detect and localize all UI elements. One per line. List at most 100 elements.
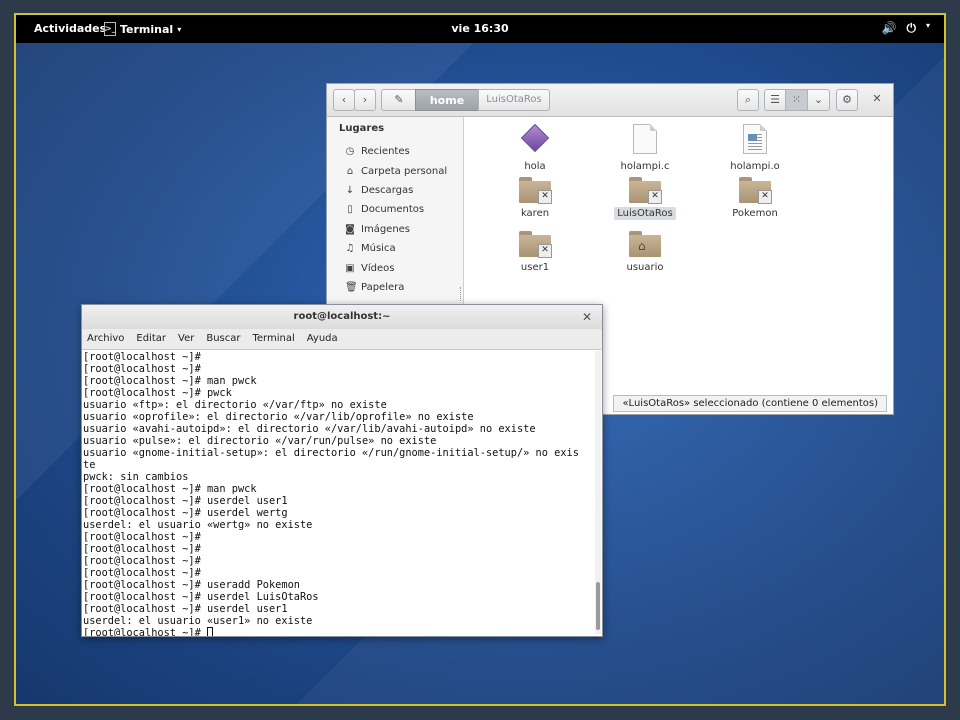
clock[interactable]: vie 16:30 <box>451 22 508 35</box>
terminal-line: [root@localhost ~]# pwck <box>83 387 232 399</box>
view-options-button[interactable]: ⌄ <box>807 89 830 111</box>
settings-button[interactable]: ⚙ <box>836 89 858 111</box>
selection-status: «LuisOtaRos» seleccionado (contiene 0 el… <box>613 395 887 412</box>
menu-buscar[interactable]: Buscar <box>206 329 240 349</box>
chevron-right-icon: › <box>362 93 368 106</box>
grid-view-button[interactable]: ⁙ <box>785 89 808 111</box>
sidebar-item-musica[interactable]: ♫ Música <box>327 239 463 258</box>
file-item-karen[interactable]: ✕ karen <box>495 177 575 220</box>
video-icon: ▣ <box>345 262 355 274</box>
terminal-line: usuario «oprofile»: el directorio «/var/… <box>83 411 474 423</box>
home-icon: ⌂ <box>346 165 354 177</box>
menu-ver[interactable]: Ver <box>178 329 194 349</box>
chevron-down-icon: ⌄ <box>813 93 824 106</box>
search-icon: ⌕ <box>744 93 752 106</box>
back-button[interactable]: ‹ <box>333 89 355 111</box>
terminal-titlebar[interactable]: root@localhost:~ ✕ <box>82 305 602 329</box>
terminal-scrollbar[interactable] <box>595 351 601 634</box>
sidebar-item-documentos[interactable]: ▯ Documentos <box>327 200 463 219</box>
chevron-down-icon: ▾ <box>925 21 930 30</box>
terminal-line: userdel: el usuario «user1» no existe <box>83 615 313 627</box>
list-icon: ☰ <box>770 93 780 106</box>
terminal-line: [root@localhost ~]# <box>83 555 201 567</box>
download-icon: ↓ <box>345 184 355 196</box>
system-menu[interactable]: 🔊 ⏻ ▾ <box>882 21 930 36</box>
file-label: holampi.o <box>730 161 780 172</box>
terminal-line: [root@localhost ~]# userdel user1 <box>83 603 288 615</box>
sidebar-item-videos[interactable]: ▣ Vídeos <box>327 258 463 277</box>
breadcrumb-home[interactable]: home <box>415 89 479 111</box>
sidebar-heading: Lugares <box>339 123 385 134</box>
scrollbar-thumb[interactable] <box>596 582 600 630</box>
activities-button[interactable]: Actividades <box>34 22 106 35</box>
terminal-prompt-line: [root@localhost ~]# <box>83 627 594 636</box>
gear-icon: ⚙ <box>842 93 852 106</box>
executable-icon <box>519 122 551 156</box>
text-file-icon <box>629 122 661 156</box>
sidebar-item-imagenes[interactable]: ◙ Imágenes <box>327 220 463 239</box>
search-button[interactable]: ⌕ <box>737 89 759 111</box>
sidebar-item-label: Recientes <box>361 146 410 158</box>
file-item-pokemon[interactable]: ✕ Pokemon <box>715 177 795 220</box>
terminal-prompt: [root@localhost ~]# <box>83 627 207 636</box>
camera-icon: ◙ <box>345 223 355 235</box>
file-label: hola <box>524 161 546 172</box>
terminal-line: userdel: el usuario «wertg» no existe <box>83 519 313 531</box>
sidebar-item-label: Papelera <box>361 281 405 293</box>
file-item-luisotaros[interactable]: ✕ LuisOtaRos <box>605 177 685 220</box>
locked-folder-icon: ✕ <box>739 177 772 204</box>
sidebar-item-papelera[interactable]: 🗑 Papelera <box>327 278 463 297</box>
object-file-icon <box>739 122 771 156</box>
terminal-title: root@localhost:~ <box>293 311 391 322</box>
terminal-line: usuario «avahi-autoipd»: el directorio «… <box>83 423 536 435</box>
terminal-line: [root@localhost ~]# <box>83 351 201 363</box>
breadcrumb-luisotaros[interactable]: LuisOtaRos <box>478 89 550 111</box>
close-icon[interactable]: ✕ <box>582 305 592 329</box>
sidebar-item-label: Música <box>361 243 396 255</box>
forward-button[interactable]: › <box>354 89 376 111</box>
pencil-icon: ✎ <box>394 93 404 106</box>
text-cursor <box>207 627 213 636</box>
file-label: Pokemon <box>732 208 778 219</box>
file-item-holampi-o[interactable]: holampi.o <box>715 122 795 173</box>
file-label: usuario <box>626 262 664 273</box>
sidebar-item-label: Descargas <box>361 184 414 196</box>
desktop: Actividades >_ Terminal ▾ vie 16:30 🔊 ⏻ … <box>14 13 946 706</box>
terminal-output[interactable]: [root@localhost ~]# [root@localhost ~]# [r… <box>82 350 594 636</box>
app-menu-label: Terminal <box>120 22 174 36</box>
menu-terminal[interactable]: Terminal <box>252 329 294 349</box>
sidebar-item-carpeta-personal[interactable]: ⌂ Carpeta personal <box>327 161 463 180</box>
terminal-line: [root@localhost ~]# userdel wertg <box>83 507 288 519</box>
menu-ayuda[interactable]: Ayuda <box>307 329 338 349</box>
terminal-line: usuario «gnome-initial-setup»: el direct… <box>83 447 579 459</box>
terminal-menubar: Archivo Editar Ver Buscar Terminal Ayuda <box>82 329 602 350</box>
music-icon: ♫ <box>345 243 355 255</box>
app-menu[interactable]: >_ Terminal ▾ <box>104 22 181 36</box>
trash-icon: 🗑 <box>345 281 358 293</box>
list-view-button[interactable]: ☰ <box>764 89 786 111</box>
close-button[interactable]: ✕ <box>867 89 887 111</box>
sidebar-item-descargas[interactable]: ↓ Descargas <box>327 181 463 200</box>
home-folder-icon: ⌂ <box>629 231 661 257</box>
menu-archivo[interactable]: Archivo <box>87 329 124 349</box>
terminal-line: [root@localhost ~]# useradd Pokemon <box>83 579 300 591</box>
file-item-user1[interactable]: ✕ user1 <box>495 231 575 274</box>
file-label: holampi.c <box>620 161 670 172</box>
terminal-line: [root@localhost ~]# userdel LuisOtaRos <box>83 591 319 603</box>
terminal-line: te <box>83 459 96 471</box>
file-item-hola[interactable]: hola <box>495 122 575 173</box>
file-label: user1 <box>520 262 550 273</box>
file-item-holampi-c[interactable]: holampi.c <box>605 122 685 173</box>
terminal-line: [root@localhost ~]# <box>83 531 201 543</box>
menu-editar[interactable]: Editar <box>136 329 166 349</box>
terminal-line: usuario «pulse»: el directorio «/var/run… <box>83 435 437 447</box>
terminal-line: [root@localhost ~]# man pwck <box>83 375 257 387</box>
grid-icon: ⁙ <box>791 93 802 106</box>
sidebar-item-recientes[interactable]: ◷ Recientes <box>327 142 463 161</box>
file-item-usuario[interactable]: ⌂ usuario <box>605 231 685 274</box>
volume-icon: 🔊 <box>881 21 897 35</box>
chevron-down-icon: ▾ <box>177 24 182 34</box>
terminal-line: usuario «ftp»: el directorio «/var/ftp» … <box>83 399 387 411</box>
location-toggle-button[interactable]: ✎ <box>381 89 417 111</box>
terminal-line: [root@localhost ~]# <box>83 567 201 579</box>
